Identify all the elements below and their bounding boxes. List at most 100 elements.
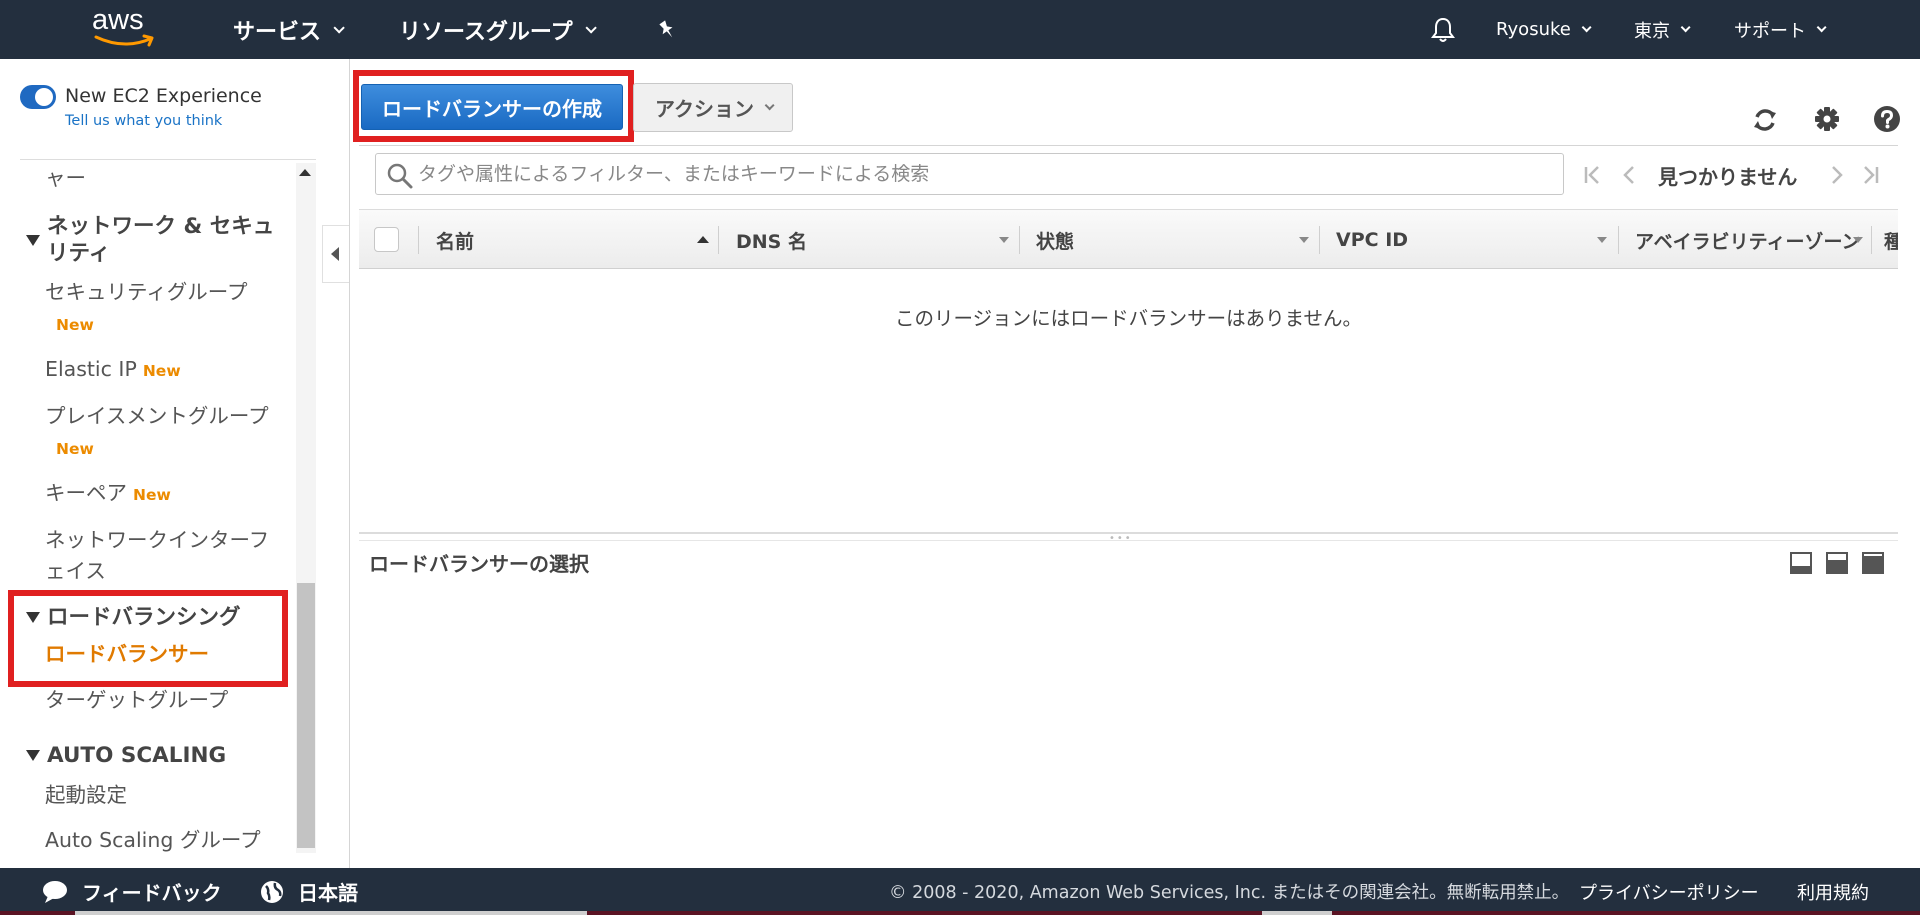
feedback-label: フィードバック (82, 881, 222, 905)
resource-groups-menu[interactable]: リソースグループ (399, 0, 597, 59)
pane-large-icon (1864, 556, 1882, 572)
sidebar-item-placement-groups[interactable]: プレイスメントグループ (45, 401, 269, 432)
actions-dropdown[interactable]: アクション (633, 83, 793, 132)
new-badge: New (56, 440, 94, 458)
pane-size-medium-button[interactable] (1826, 552, 1848, 574)
region-menu[interactable]: 東京 (1634, 0, 1691, 59)
feedback-button[interactable]: フィードバック (42, 868, 222, 915)
sidebar-divider (20, 159, 316, 160)
pane-size-small-button[interactable] (1790, 552, 1812, 574)
previous-page-button[interactable] (1621, 160, 1637, 190)
footer-bar: フィードバック 日本語 © 2008 - 2020, Amazon Web Se… (0, 868, 1920, 915)
region-menu-label: 東京 (1634, 20, 1670, 42)
sidebar: New EC2 Experience Tell us what you thin… (0, 59, 320, 868)
expand-triangle-icon[interactable] (26, 235, 40, 246)
sidebar-section-auto-scaling[interactable]: AUTO SCALING (47, 742, 226, 769)
sort-ascending-icon[interactable] (697, 236, 709, 243)
column-header-dns-name[interactable]: DNS 名 (736, 210, 807, 268)
sort-icon[interactable] (1299, 237, 1309, 243)
first-page-button[interactable] (1583, 160, 1603, 190)
chevron-left-icon (1623, 166, 1634, 184)
filter-search-box (375, 153, 1564, 195)
sort-icon[interactable] (1853, 237, 1863, 243)
notifications-button[interactable] (1430, 0, 1456, 59)
sidebar-separator (349, 59, 350, 868)
scrollbar-thumb[interactable] (297, 583, 315, 848)
collapse-sidebar-button[interactable] (322, 225, 350, 283)
search-icon (387, 163, 413, 189)
support-menu-label: サポート (1734, 20, 1806, 42)
sidebar-nav-list: ャー ネットワーク & セキュ リティ セキュリティグループ New Elast… (0, 163, 295, 863)
create-load-balancer-button[interactable]: ロードバランサーの作成 (361, 84, 623, 130)
column-separator (1019, 226, 1020, 254)
chevron-down-icon (1680, 22, 1691, 33)
chevron-down-icon (1816, 22, 1827, 33)
sidebar-item-auto-scaling-groups[interactable]: Auto Scaling グループ (45, 825, 261, 856)
sort-icon[interactable] (999, 237, 1009, 243)
sidebar-scrollbar[interactable] (296, 163, 316, 853)
search-input[interactable] (418, 160, 1548, 188)
column-separator (1319, 226, 1320, 254)
first-page-icon (1584, 166, 1599, 184)
sidebar-item-network-interfaces[interactable]: ネットワークインターフ ェイス (45, 525, 269, 587)
privacy-policy-link[interactable]: プライバシーポリシー (1579, 868, 1759, 915)
sidebar-section-network-security[interactable]: ネットワーク & セキュ リティ (47, 213, 274, 267)
select-all-checkbox[interactable] (374, 227, 399, 252)
column-separator (1871, 226, 1872, 254)
column-header-type[interactable]: 種 (1884, 210, 1898, 268)
user-menu-label: Ryosuke (1496, 19, 1571, 40)
language-selector[interactable]: 日本語 (260, 868, 358, 915)
resource-groups-menu-label: リソースグループ (399, 19, 573, 45)
bottom-strip-segment (75, 911, 587, 915)
column-separator (1618, 226, 1619, 254)
bottom-edge-strip (0, 911, 1920, 915)
column-header-availability-zones[interactable]: アベイラビリティーゾーン (1635, 210, 1861, 268)
actions-dropdown-label: アクション (655, 97, 754, 121)
pane-resize-handle[interactable]: ••• (359, 532, 1898, 544)
pin-button[interactable] (656, 0, 678, 59)
sidebar-item-security-groups[interactable]: セキュリティグループ (45, 277, 248, 308)
new-badge: New (56, 316, 94, 334)
sidebar-item-elastic-ip[interactable]: Elastic IP New (45, 354, 181, 387)
chevron-down-icon (333, 21, 345, 34)
help-icon (1874, 106, 1900, 132)
new-badge: New (142, 362, 181, 380)
sidebar-item-target-groups[interactable]: ターゲットグループ (45, 685, 228, 716)
pane-size-large-button[interactable] (1862, 552, 1884, 574)
sidebar-item-partial[interactable]: ャー (45, 163, 86, 194)
language-label: 日本語 (298, 881, 358, 905)
sidebar-item-key-pairs[interactable]: キーペア New (45, 478, 171, 511)
bottom-strip-segment (1262, 911, 1332, 915)
column-header-name[interactable]: 名前 (436, 210, 474, 268)
user-menu[interactable]: Ryosuke (1496, 0, 1592, 59)
last-page-button[interactable] (1860, 160, 1880, 190)
new-experience-toggle[interactable] (20, 85, 56, 109)
load-balancer-table-header: 名前 DNS 名 状態 VPC ID アベイラビリティーゾーン 種 (359, 209, 1898, 269)
sidebar-item-launch-configurations[interactable]: 起動設定 (45, 780, 127, 811)
aws-logo-text: aws (92, 4, 144, 36)
copyright-text: © 2008 - 2020, Amazon Web Services, Inc.… (889, 883, 1570, 903)
sort-icon[interactable] (1597, 237, 1607, 243)
refresh-icon (1754, 109, 1776, 131)
aws-logo[interactable]: aws (92, 4, 162, 54)
scroll-up-arrow-icon[interactable] (299, 169, 311, 176)
sidebar-section-network-security-line2: リティ (47, 241, 111, 266)
help-button[interactable] (1872, 105, 1902, 135)
pin-icon (659, 19, 673, 37)
feedback-link[interactable]: Tell us what you think (65, 113, 222, 129)
services-menu[interactable]: サービス (233, 0, 345, 59)
expand-triangle-icon[interactable] (26, 750, 40, 761)
refresh-button[interactable] (1750, 105, 1780, 135)
top-navigation-bar: aws サービス リソースグループ Ryosuke 東京 サポート (0, 0, 1920, 59)
next-page-button[interactable] (1829, 160, 1845, 190)
terms-link[interactable]: 利用規約 (1797, 868, 1869, 915)
column-header-vpc-id[interactable]: VPC ID (1336, 210, 1408, 268)
settings-button[interactable] (1812, 105, 1842, 135)
detail-pane-title: ロードバランサーの選択 (369, 552, 589, 576)
pane-small-icon (1792, 566, 1810, 572)
support-menu[interactable]: サポート (1734, 0, 1827, 59)
column-header-state[interactable]: 状態 (1036, 210, 1074, 268)
last-page-icon (1864, 166, 1879, 184)
gear-icon (1815, 107, 1839, 131)
pane-medium-icon (1828, 560, 1846, 572)
